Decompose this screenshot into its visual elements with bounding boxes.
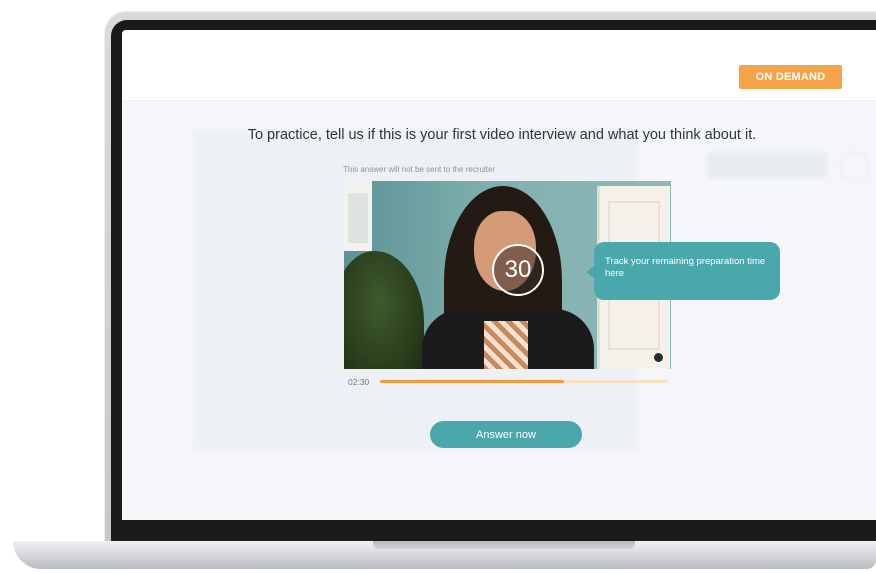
countdown-timer: 30 bbox=[492, 244, 544, 296]
top-bar: ON DEMAND bbox=[122, 30, 876, 101]
video-window-pane bbox=[348, 193, 368, 243]
app-screen: ON DEMAND To practice, tell us if this i… bbox=[122, 30, 876, 520]
background-button bbox=[707, 152, 827, 178]
elapsed-time: 02:30 bbox=[348, 377, 370, 387]
video-door-knob bbox=[654, 353, 663, 362]
background-circle bbox=[840, 152, 870, 182]
video-person-blouse bbox=[484, 321, 528, 369]
laptop-notch bbox=[373, 541, 635, 549]
answer-now-button[interactable]: Answer now bbox=[430, 421, 582, 448]
recruiter-note: This answer will not be sent to the recr… bbox=[343, 165, 496, 174]
tooltip-arrow-icon bbox=[586, 266, 594, 278]
progress-fill bbox=[380, 380, 565, 383]
on-demand-badge[interactable]: ON DEMAND bbox=[739, 65, 842, 89]
progress-track[interactable] bbox=[380, 380, 668, 383]
question-heading: To practice, tell us if this is your fir… bbox=[247, 127, 757, 143]
timer-tooltip: Track your remaining preparation time he… bbox=[594, 242, 780, 300]
